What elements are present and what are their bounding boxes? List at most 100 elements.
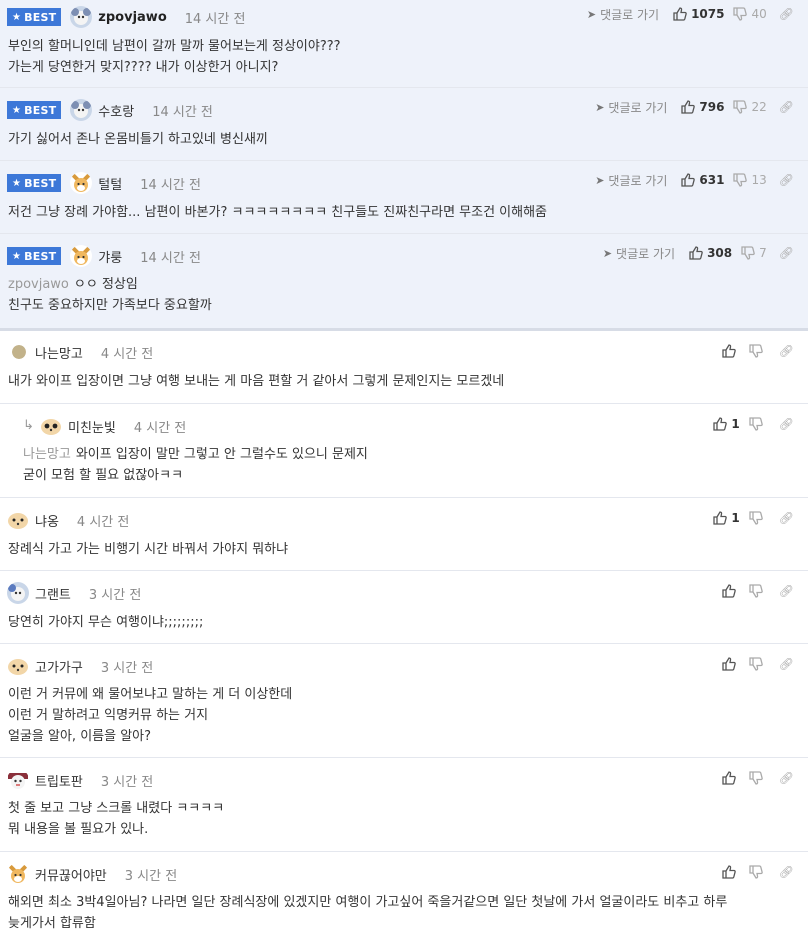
comment-body: 첫 줄 보고 그냥 스크롤 내렸다 ㅋㅋㅋㅋ 뭐 내용을 볼 필요가 있나. [8,801,225,837]
upvote-button[interactable]: 1 [713,511,740,525]
upvote-button[interactable]: 631 [681,173,724,187]
author-name[interactable]: 나는망고 [35,343,83,362]
link-icon[interactable]: 🔗︎ [779,173,794,187]
timestamp: 3 시간 전 [124,868,178,884]
downvote-button[interactable]: 7 [741,246,767,260]
avatar[interactable] [7,509,29,531]
upvote-count: 1 [731,511,740,525]
mention-link[interactable]: zpovjawo [8,277,69,292]
author-name[interactable]: zpovjawo [98,10,166,25]
comment: 나는망고 4 시간 전 🔗︎ 내가 와이프 입장이면 그냥 여행 보내는 게 마… [0,331,808,404]
comment-body: 나는망고 와이프 입장이 말만 그렇고 안 그럴수도 있으니 문제지 굳이 모험 … [23,447,368,483]
thumbs-down-icon [733,7,748,21]
link-icon[interactable]: 🔗︎ [779,246,794,260]
avatar[interactable] [70,6,93,28]
upvote-button[interactable] [722,771,740,785]
upvote-count: 1075 [691,7,725,21]
thumbs-up-icon [681,173,696,187]
link-icon[interactable]: 🔗︎ [779,7,794,21]
author-name[interactable]: 커뮤끊어야만 [35,865,107,884]
star-icon: ★ [12,250,22,262]
link-icon[interactable]: 🔗︎ [779,417,794,431]
author-name[interactable]: 그랜트 [35,584,71,603]
author-name[interactable]: 고가가구 [35,657,83,676]
upvote-button[interactable] [722,584,740,598]
downvote-button[interactable] [749,865,767,879]
downvote-button[interactable] [749,584,767,598]
downvote-button[interactable] [749,344,767,358]
mention-link[interactable]: 나는망고 [23,447,71,462]
thumbs-up-icon [713,511,728,525]
comment: 고가가구 3 시간 전 🔗︎ 이런 거 커뮤에 왜 물어보냐고 말하는 게 더 … [0,644,808,758]
timestamp: 3 시간 전 [100,660,154,676]
upvote-button[interactable]: 1075 [673,7,724,21]
thumbs-up-icon [722,657,736,671]
avatar[interactable] [7,769,29,791]
downvote-button[interactable]: 40 [733,7,767,21]
upvote-button[interactable] [722,865,740,879]
downvote-button[interactable] [749,511,767,525]
comment-body: 가기 싫어서 존나 온몸비틀기 하고있네 병신새끼 [8,132,268,147]
reply-comment: ↳ 미친눈빛 4 시간 전 1 🔗︎ 나는망고 와이프 입장이 말만 그렇고 안 … [0,404,808,498]
best-badge: ★ BEST [7,101,62,119]
author-name[interactable]: 트립토판 [35,771,83,790]
timestamp: 3 시간 전 [100,774,154,790]
downvote-button[interactable] [749,417,767,431]
author-name[interactable]: 미친눈빛 [68,417,116,436]
goto-comment-link[interactable]: ➤ 댓글로 가기 [603,245,675,262]
upvote-button[interactable] [722,657,740,671]
link-icon[interactable]: 🔗︎ [779,511,794,525]
timestamp: 14 시간 전 [152,104,213,120]
goto-comment-link[interactable]: ➤ 댓글로 가기 [587,6,659,23]
link-icon[interactable]: 🔗︎ [779,865,794,879]
best-badge: ★ BEST [7,247,62,265]
thumbs-down-icon [749,771,763,785]
author-name[interactable]: 갸룽 [98,247,122,266]
comment-body: 장례식 가고 가는 비행기 시간 바꿔서 가야지 뭐하냐 [8,542,289,557]
thumbs-down-icon [749,865,763,879]
thumbs-up-icon [689,246,703,260]
comment-body: 해외면 최소 3박4일아님? 나라면 일단 장례식장에 있겠지만 여행이 가고싶… [8,895,728,931]
link-icon[interactable]: 🔗︎ [779,584,794,598]
author-name[interactable]: 털털 [98,174,122,193]
avatar[interactable] [7,655,29,677]
author-name[interactable]: 냐옹 [35,511,59,530]
link-icon[interactable]: 🔗︎ [779,657,794,671]
avatar[interactable] [70,245,93,267]
upvote-count: 631 [699,173,725,187]
downvote-button[interactable] [749,771,767,785]
avatar[interactable] [70,172,93,194]
link-icon[interactable]: 🔗︎ [779,771,794,785]
author-name[interactable]: 수호랑 [98,101,134,120]
thumbs-up-icon [681,100,696,114]
avatar[interactable] [7,582,29,604]
avatar[interactable] [12,345,26,359]
goto-comment-link[interactable]: ➤ 댓글로 가기 [595,172,667,189]
downvote-button[interactable] [749,657,767,671]
avatar[interactable] [7,863,29,885]
goto-comment-link[interactable]: ➤ 댓글로 가기 [595,99,667,116]
link-icon[interactable]: 🔗︎ [779,344,794,358]
comment-body: 내가 와이프 입장이면 그냥 여행 보내는 게 마음 편할 거 같아서 그렇게 … [8,374,505,389]
avatar[interactable] [70,99,93,121]
upvote-button[interactable]: 796 [681,100,724,114]
send-arrow-icon: ➤ [595,100,605,114]
thumbs-up-icon [722,865,736,879]
best-comment: ★ BEST zpovjawo 14 시간 전 ➤ 댓글로 가기 1075 40 🔗… [0,0,808,88]
link-icon[interactable]: 🔗︎ [779,100,794,114]
thumbs-down-icon [749,511,763,525]
timestamp: 14 시간 전 [184,11,246,27]
thumbs-up-icon [673,7,687,21]
comment: 트립토판 3 시간 전 🔗︎ 첫 줄 보고 그냥 스크롤 내렸다 ㅋㅋㅋㅋ 뭐 … [0,758,808,852]
downvote-button[interactable]: 22 [733,100,767,114]
timestamp: 4 시간 전 [76,514,130,530]
comment: 커뮤끊어야만 3 시간 전 🔗︎ 해외면 최소 3박4일아님? 나라면 일단 장… [0,852,808,938]
upvote-button[interactable]: 1 [713,417,740,431]
upvote-button[interactable] [722,344,740,358]
upvote-button[interactable]: 308 [689,246,732,260]
avatar[interactable] [40,415,62,437]
thumbs-down-icon [749,344,763,358]
downvote-button[interactable]: 13 [733,173,767,187]
upvote-count: 308 [707,246,733,260]
downvote-count: 40 [751,7,767,21]
